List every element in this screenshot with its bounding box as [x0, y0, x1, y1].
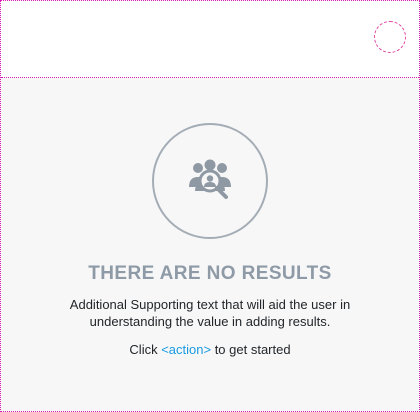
empty-state-supporting-text: Additional Supporting text that will aid… — [69, 297, 351, 329]
empty-state-title: THERE ARE NO RESULTS — [88, 263, 332, 284]
cta-action-link[interactable]: <action> — [161, 342, 211, 357]
empty-state-cta: Click <action> to get started — [1, 342, 419, 357]
empty-state-icon-circle — [152, 123, 268, 239]
empty-state-panel: THERE ARE NO RESULTS Additional Supporti… — [0, 0, 420, 412]
user-search-icon — [189, 159, 231, 199]
corner-placeholder-circle — [374, 21, 406, 53]
cta-suffix: to get started — [211, 342, 291, 357]
header-strip — [1, 1, 419, 78]
cta-prefix: Click — [129, 342, 162, 357]
